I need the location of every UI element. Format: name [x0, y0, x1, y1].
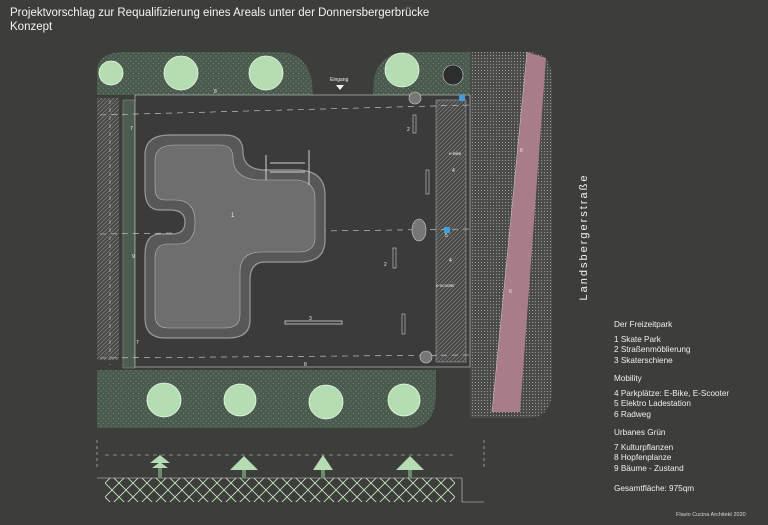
entrance-label: Eingang — [330, 77, 349, 83]
left-hatched-strip — [97, 98, 119, 360]
legend: Der Freizeitpark 1 Skate Park 2 Straßenm… — [614, 320, 729, 495]
legend-item: 9 Bäume - Zustand — [614, 463, 684, 473]
label-parking-bottom: 4 — [449, 258, 452, 264]
label-bikepath-bottom: 6 — [509, 289, 512, 295]
bollard-1 — [411, 218, 427, 242]
legend-item: 1 Skate Park — [614, 334, 661, 344]
street-name-label: Landsbergerstraße — [578, 173, 590, 301]
bollard-2 — [408, 91, 422, 105]
legend-heading: Urbanes Grün — [614, 428, 666, 437]
section-tree-icon — [396, 456, 424, 478]
label-hop-bottom: 8 — [304, 362, 307, 368]
street-name: Landsbergerstraße — [574, 162, 594, 312]
legend-item: 7 Kulturpflanzen — [614, 442, 674, 452]
label-furniture-b: 2 — [384, 262, 387, 268]
tree-icon — [387, 383, 421, 417]
label-ebike: e-bike — [449, 151, 462, 156]
tree-icon — [163, 55, 199, 91]
tree-icon — [98, 60, 124, 86]
label-bikepath-top: 6 — [520, 148, 523, 154]
legend-item: 4 Parkplätze: E-Bike, E-Scooter — [614, 388, 730, 398]
tree-icon — [248, 55, 284, 91]
tree-icon — [384, 52, 420, 88]
label-hop-top: 8 — [214, 89, 217, 95]
label-escooter: e-scooter — [436, 283, 455, 288]
section-tree-icon — [313, 455, 333, 478]
label-parking-top: 4 — [452, 168, 455, 174]
label-rail: 3 — [309, 316, 312, 322]
label-crop-bottom: 7 — [136, 340, 139, 346]
tree-icon — [223, 383, 257, 417]
charger-1 — [459, 95, 465, 101]
legend-heading: Mobility — [614, 374, 642, 383]
legend-item: 8 Hopfenplanze — [614, 453, 672, 462]
legend-heading: Der Freizeitpark — [614, 320, 673, 329]
total-area: Gesamtfläche: 975qm — [614, 484, 695, 493]
entrance-arrow-icon — [336, 85, 344, 90]
credit: Flavio Cucina Architekt 2020 — [676, 512, 746, 518]
tree-icon — [146, 382, 182, 418]
tree-icon — [308, 384, 344, 420]
section-tree-icon — [230, 456, 258, 478]
legend-item: 5 Elektro Ladestation — [614, 399, 691, 408]
section-tree-icon — [150, 455, 170, 478]
legend-item: 2 Straßenmöblierung — [614, 345, 691, 354]
legend-item: 6 Radweg — [614, 409, 651, 419]
parking-strip — [435, 99, 467, 363]
legend-item: 3 Skaterschiene — [614, 355, 673, 365]
label-tree: 9 — [132, 254, 135, 260]
label-crop-top: 7 — [130, 126, 133, 132]
section-planter — [105, 478, 455, 502]
well — [442, 64, 464, 86]
label-charger: 5 — [445, 233, 448, 239]
crop-strip — [122, 99, 136, 369]
section-view — [96, 440, 485, 503]
bollard-3 — [419, 350, 433, 364]
label-furniture-a: 2 — [407, 127, 410, 133]
